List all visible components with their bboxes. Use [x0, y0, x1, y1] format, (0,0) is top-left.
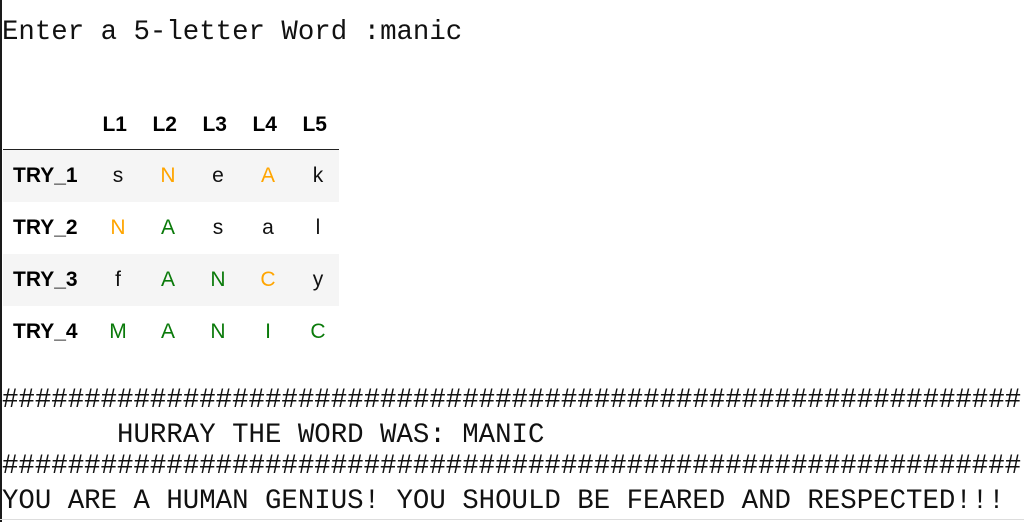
letter-absent: e [212, 164, 224, 187]
column-header: L5 [289, 100, 339, 150]
letter-absent: f [115, 268, 121, 291]
letter-cell: f [89, 254, 139, 306]
letter-correct: M [109, 320, 127, 343]
prompt-label: Enter a 5-letter Word : [2, 17, 381, 48]
letter-correct: N [210, 320, 226, 343]
letter-correct: A [160, 268, 175, 291]
letter-cell: N [189, 306, 239, 358]
letter-present: C [260, 268, 276, 291]
guess-table: L1 L2 L3 L4 L5 TRY_1 s Ne Ak TRY_2 N As a l TRY_3… [3, 100, 339, 358]
letter-absent: a [262, 216, 274, 239]
table-row: TRY_1 s Ne Ak [3, 149, 339, 203]
letter-cell: A [139, 306, 189, 358]
letter-cell: a [239, 202, 289, 254]
letter-cell: N [89, 202, 139, 254]
letter-cell: s [89, 150, 139, 203]
separator-line: ########################################… [2, 452, 1022, 482]
letter-absent: s [212, 216, 224, 239]
letter-correct: A [160, 216, 175, 239]
letter-cell: A [139, 202, 189, 254]
letter-absent: l [315, 216, 321, 239]
output-bottom-border [0, 519, 1024, 520]
row-label: TRY_1 [13, 164, 78, 187]
letter-cell: y [289, 254, 339, 306]
letter-correct: C [310, 320, 326, 343]
table-row: TRY_2 N As a l [3, 202, 339, 254]
letter-absent: y [312, 268, 324, 291]
genius-message: YOU ARE A HUMAN GENIUS! YOU SHOULD BE FE… [2, 486, 1005, 517]
letter-correct: A [160, 320, 175, 343]
column-header: L2 [139, 100, 189, 150]
letter-cell: C [289, 306, 339, 358]
letter-present: A [260, 164, 275, 187]
separator-line: ########################################… [2, 386, 1022, 416]
column-header: L3 [189, 100, 239, 150]
letter-cell: l [289, 202, 339, 254]
column-header: L1 [89, 100, 139, 150]
table-header-row: L1 L2 L3 L4 L5 [3, 100, 339, 150]
letter-cell: I [239, 306, 289, 358]
row-label: TRY_4 [13, 320, 78, 343]
letter-absent: k [312, 164, 324, 187]
letter-cell: s [189, 202, 239, 254]
column-header: L4 [239, 100, 289, 150]
table-row: TRY_4 M A N I C [3, 306, 339, 358]
row-label: TRY_2 [13, 216, 78, 239]
letter-cell: M [89, 306, 139, 358]
table-row: TRY_3 f A N Cy [3, 254, 339, 306]
letter-absent: s [112, 164, 124, 187]
letter-present: N [160, 164, 176, 187]
hurray-message: HURRAY THE WORD WAS: MANIC [2, 420, 545, 451]
letter-cell: A [139, 254, 189, 306]
letter-cell: k [289, 150, 339, 203]
prompt-value: manic [380, 17, 463, 48]
letter-cell: C [239, 254, 289, 306]
table-corner [3, 100, 89, 150]
letter-cell: A [239, 150, 289, 203]
row-label: TRY_3 [13, 268, 78, 291]
letter-correct: N [210, 268, 226, 291]
letter-correct: I [265, 320, 271, 343]
letter-cell: N [189, 254, 239, 306]
notebook-output: Enter a 5-letter Word :manic L1 L2 L3 L4… [0, 0, 1024, 522]
letter-present: N [110, 216, 126, 239]
word-prompt: Enter a 5-letter Word :manic [2, 18, 462, 48]
letter-cell: N [139, 150, 189, 203]
letter-cell: e [189, 150, 239, 203]
